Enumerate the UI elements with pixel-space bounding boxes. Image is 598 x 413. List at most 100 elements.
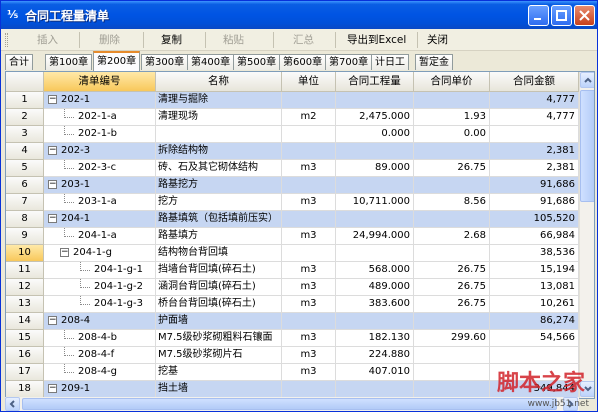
table-row[interactable]: 3 202-1-b 0.000 0.00 xyxy=(6,126,579,143)
cell-name[interactable]: M7.5级砂浆砌片石 xyxy=(156,347,282,364)
cell-name[interactable]: 清理现场 xyxy=(156,109,282,126)
cell-unit[interactable]: m3 xyxy=(282,160,336,177)
tab-chapter-500[interactable]: 第500章 xyxy=(233,54,281,70)
maximize-button[interactable] xyxy=(551,5,572,26)
row-number[interactable]: 16 xyxy=(6,347,44,364)
cell-unit-price[interactable] xyxy=(414,92,490,109)
tab-chapter-600[interactable]: 第600章 xyxy=(279,54,327,70)
summary-button[interactable]: 汇总 xyxy=(293,33,314,47)
row-number[interactable]: 9 xyxy=(6,228,44,245)
cell-unit[interactable]: m3 xyxy=(282,330,336,347)
cell-unit[interactable] xyxy=(282,92,336,109)
cell-code[interactable]: −202-1 xyxy=(44,92,156,109)
row-number[interactable]: 2 xyxy=(6,109,44,126)
cell-name[interactable]: 砖、石及其它砌体结构 xyxy=(156,160,282,177)
cell-amount[interactable]: 38,536 xyxy=(490,245,579,262)
cell-code[interactable]: 204-1-g-3 xyxy=(44,296,156,313)
cell-amount[interactable]: 4,777 xyxy=(490,92,579,109)
cell-unit[interactable]: m3 xyxy=(282,347,336,364)
cell-quantity[interactable] xyxy=(336,313,414,330)
paste-button[interactable]: 粘贴 xyxy=(223,33,244,47)
minimize-button[interactable] xyxy=(528,5,549,26)
cell-unit-price[interactable] xyxy=(414,313,490,330)
tab-total[interactable]: 合计 xyxy=(5,54,33,70)
cell-code[interactable]: 202-1-b xyxy=(44,126,156,143)
cell-unit-price[interactable]: 26.75 xyxy=(414,262,490,279)
cell-unit[interactable]: m3 xyxy=(282,279,336,296)
scroll-left-button[interactable] xyxy=(5,397,20,411)
collapse-toggle-icon[interactable]: − xyxy=(60,248,69,257)
row-number[interactable]: 12 xyxy=(6,279,44,296)
cell-unit-price[interactable] xyxy=(414,211,490,228)
cell-name[interactable]: 涵洞台背回填(碎石土) xyxy=(156,279,282,296)
cell-amount[interactable]: 54,566 xyxy=(490,330,579,347)
row-number[interactable]: 7 xyxy=(6,194,44,211)
cell-amount[interactable]: 2,381 xyxy=(490,160,579,177)
cell-code[interactable]: −204-1-g xyxy=(44,245,156,262)
table-row[interactable]: 7 203-1-a 挖方 m3 10,711.000 8.56 91,686 xyxy=(6,194,579,211)
header-unit[interactable]: 单位 xyxy=(282,72,336,92)
row-number[interactable]: 18 xyxy=(6,381,44,398)
cell-quantity[interactable] xyxy=(336,381,414,398)
cell-unit-price[interactable] xyxy=(414,143,490,160)
scroll-thumb[interactable] xyxy=(580,90,594,202)
cell-quantity[interactable] xyxy=(336,177,414,194)
collapse-toggle-icon[interactable]: − xyxy=(48,180,57,189)
cell-quantity[interactable] xyxy=(336,143,414,160)
cell-code[interactable]: 204-1-a xyxy=(44,228,156,245)
collapse-toggle-icon[interactable]: − xyxy=(48,384,57,393)
cell-name[interactable]: 挡土墙 xyxy=(156,381,282,398)
cell-unit-price[interactable]: 1.93 xyxy=(414,109,490,126)
cell-amount[interactable]: 66,984 xyxy=(490,228,579,245)
cell-unit[interactable]: m3 xyxy=(282,364,336,381)
cell-code[interactable]: 204-1-g-1 xyxy=(44,262,156,279)
table-row[interactable]: 8−204-1 路基填筑（包括填前压实） 105,520 xyxy=(6,211,579,228)
cell-name[interactable]: 路基挖方 xyxy=(156,177,282,194)
cell-amount[interactable]: 2,381 xyxy=(490,143,579,160)
row-number[interactable]: 13 xyxy=(6,296,44,313)
cell-code[interactable]: −208-4 xyxy=(44,313,156,330)
collapse-toggle-icon[interactable]: − xyxy=(48,95,57,104)
cell-unit[interactable]: m3 xyxy=(282,194,336,211)
cell-unit[interactable]: m3 xyxy=(282,296,336,313)
cell-unit-price[interactable]: 26.75 xyxy=(414,279,490,296)
cell-unit-price[interactable] xyxy=(414,177,490,194)
cell-code[interactable]: −203-1 xyxy=(44,177,156,194)
cell-code[interactable]: −202-3 xyxy=(44,143,156,160)
cell-code[interactable]: 208-4-g xyxy=(44,364,156,381)
cell-unit-price[interactable]: 26.75 xyxy=(414,160,490,177)
cell-amount[interactable]: 13,081 xyxy=(490,279,579,296)
cell-quantity[interactable] xyxy=(336,245,414,262)
cell-name[interactable]: 挖方 xyxy=(156,194,282,211)
cell-amount[interactable]: 4,777 xyxy=(490,109,579,126)
cell-name[interactable]: 清理与掘除 xyxy=(156,92,282,109)
toolbar-grip[interactable] xyxy=(5,33,8,47)
table-row[interactable]: 15 208-4-b M7.5级砂浆砌粗料石镶面 m3 182.130 299.60 54,… xyxy=(6,330,579,347)
table-row[interactable]: 18−209-1 挡土墙 349,844 xyxy=(6,381,579,398)
cell-name[interactable]: 护面墙 xyxy=(156,313,282,330)
delete-button[interactable]: 删除 xyxy=(99,33,120,47)
collapse-toggle-icon[interactable]: − xyxy=(48,146,57,155)
cell-code[interactable]: 203-1-a xyxy=(44,194,156,211)
export-excel-button[interactable]: 导出到Excel xyxy=(347,33,406,47)
row-number[interactable]: 17 xyxy=(6,364,44,381)
cell-unit-price[interactable]: 0.00 xyxy=(414,126,490,143)
table-row[interactable]: 16 208-4-f M7.5级砂浆砌片石 m3 224.880 xyxy=(6,347,579,364)
cell-quantity[interactable]: 2,475.000 xyxy=(336,109,414,126)
row-number[interactable]: 3 xyxy=(6,126,44,143)
table-row[interactable]: 4−202-3 拆除结构物 2,381 xyxy=(6,143,579,160)
horizontal-scroll-thumb[interactable] xyxy=(22,398,557,410)
tab-daywork[interactable]: 计日工 xyxy=(371,54,409,70)
cell-amount[interactable]: 15,194 xyxy=(490,262,579,279)
cell-amount[interactable]: 86,274 xyxy=(490,313,579,330)
row-number[interactable]: 5 xyxy=(6,160,44,177)
cell-quantity[interactable]: 568.000 xyxy=(336,262,414,279)
cell-unit-price[interactable] xyxy=(414,245,490,262)
cell-amount[interactable]: 10,261 xyxy=(490,296,579,313)
cell-unit-price[interactable] xyxy=(414,364,490,381)
header-quantity[interactable]: 合同工程量 xyxy=(336,72,414,92)
bill-of-quantities-grid[interactable]: 清单编号 名称 单位 合同工程量 合同单价 合同金额 1−202-1 清理与掘除 4… xyxy=(5,71,595,399)
cell-quantity[interactable]: 182.130 xyxy=(336,330,414,347)
cell-name[interactable]: 路基填筑（包括填前压实） xyxy=(156,211,282,228)
header-unit-price[interactable]: 合同单价 xyxy=(414,72,490,92)
